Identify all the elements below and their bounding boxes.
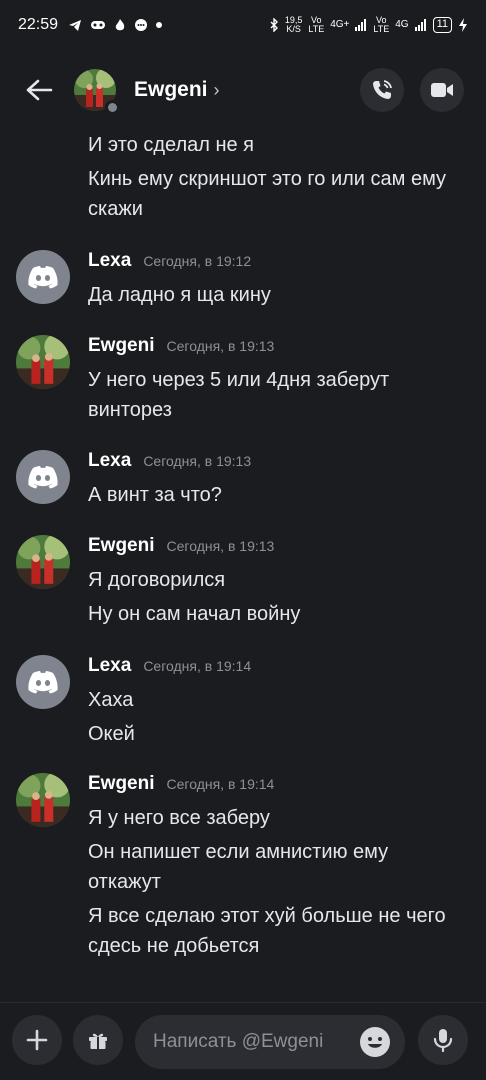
message-text: Я все сделаю этот хуй больше не чего bbox=[88, 905, 446, 927]
discord-logo-icon bbox=[28, 266, 58, 289]
bluetooth-icon bbox=[270, 18, 278, 32]
message-text: И это сделал не я bbox=[88, 134, 255, 156]
message-input[interactable]: Написать @Ewgeni bbox=[135, 1015, 405, 1069]
add-attachment-button[interactable] bbox=[12, 1015, 62, 1065]
telegram-icon bbox=[69, 20, 82, 31]
video-camera-icon bbox=[431, 83, 453, 97]
user-avatar[interactable] bbox=[16, 535, 70, 589]
volte-indicator-2: Vo LTE bbox=[373, 15, 390, 34]
avatar-image bbox=[16, 535, 70, 589]
network-type-1: 4G+ bbox=[330, 19, 350, 30]
signal-icon bbox=[414, 19, 426, 31]
emoji-button[interactable] bbox=[359, 1026, 391, 1058]
message-text: Я договорился bbox=[88, 569, 226, 591]
author-name[interactable]: Lexa bbox=[88, 450, 131, 472]
message-composer: Написать @Ewgeni bbox=[0, 1002, 486, 1080]
voice-message-button[interactable] bbox=[418, 1015, 468, 1065]
message-text: А винт за что? bbox=[88, 484, 222, 506]
message-input-placeholder: Написать @Ewgeni bbox=[153, 1031, 324, 1052]
battery-indicator: 11 bbox=[432, 17, 452, 33]
network-type-2: 4G bbox=[395, 19, 409, 30]
gift-button[interactable] bbox=[73, 1015, 123, 1065]
arrow-left-icon bbox=[26, 79, 53, 101]
author-name[interactable]: Lexa bbox=[88, 655, 131, 677]
message-text: Окей bbox=[88, 723, 135, 745]
contact-avatar[interactable] bbox=[74, 69, 119, 114]
contact-name[interactable]: Ewgeni bbox=[134, 78, 208, 102]
message-text: Да ладно я ща кину bbox=[88, 284, 271, 306]
chat-header: Ewgeni › bbox=[0, 50, 486, 130]
offline-status-icon bbox=[105, 100, 119, 114]
message-text: скажи bbox=[88, 198, 143, 220]
message-text: Ну он сам начал войну bbox=[88, 603, 301, 625]
gift-icon bbox=[89, 1033, 107, 1049]
status-bar: 22:59 19,5 K/S Vo LTE 4G+ Vo LTE 4G 11 bbox=[0, 0, 486, 50]
author-name[interactable]: Ewgeni bbox=[88, 773, 155, 795]
message-text: Я у него все заберу bbox=[88, 807, 270, 829]
message-timestamp: Сегодня, в 19:14 bbox=[143, 658, 252, 674]
message-timestamp: Сегодня, в 19:13 bbox=[166, 538, 275, 554]
flame-icon bbox=[115, 19, 125, 31]
plus-icon bbox=[26, 1029, 48, 1051]
author-name[interactable]: Lexa bbox=[88, 250, 131, 272]
gamepad-icon bbox=[91, 21, 106, 29]
avatar-image bbox=[16, 335, 70, 389]
message-text: сдесь не добьется bbox=[88, 935, 260, 957]
video-call-button[interactable] bbox=[420, 68, 464, 112]
message-text: откажут bbox=[88, 871, 161, 893]
user-avatar[interactable] bbox=[16, 450, 70, 504]
chat-bubble-icon bbox=[135, 19, 148, 31]
message-timestamp: Сегодня, в 19:14 bbox=[166, 776, 275, 792]
author-name[interactable]: Ewgeni bbox=[88, 335, 155, 357]
volte-indicator-1: Vo LTE bbox=[308, 15, 325, 34]
avatar-image bbox=[16, 773, 70, 827]
back-button[interactable] bbox=[22, 73, 56, 107]
message-text: Хаха bbox=[88, 689, 134, 711]
status-time: 22:59 bbox=[18, 16, 59, 33]
network-speed: 19,5 K/S bbox=[284, 15, 303, 34]
message-timestamp: Сегодня, в 19:12 bbox=[143, 253, 252, 269]
user-avatar[interactable] bbox=[16, 773, 70, 827]
author-name[interactable]: Ewgeni bbox=[88, 535, 155, 557]
discord-logo-icon bbox=[28, 671, 58, 694]
message-timestamp: Сегодня, в 19:13 bbox=[143, 453, 252, 469]
user-avatar[interactable] bbox=[16, 250, 70, 304]
charging-bolt-icon bbox=[459, 18, 467, 32]
message-text: У него через 5 или 4дня заберут bbox=[88, 369, 390, 391]
voice-call-button[interactable] bbox=[360, 68, 404, 112]
user-avatar[interactable] bbox=[16, 335, 70, 389]
phone-icon bbox=[373, 80, 392, 99]
message-text: винторез bbox=[88, 399, 172, 421]
microphone-icon bbox=[433, 1029, 453, 1053]
chevron-right-icon[interactable]: › bbox=[214, 80, 220, 101]
user-avatar[interactable] bbox=[16, 655, 70, 709]
message-text: Он напишет если амнистию ему bbox=[88, 841, 389, 863]
message-timestamp: Сегодня, в 19:13 bbox=[166, 338, 275, 354]
smile-icon bbox=[360, 1027, 390, 1057]
dot-icon bbox=[156, 22, 163, 28]
signal-icon bbox=[355, 19, 367, 31]
message-text: Кинь ему скриншот это го или сам ему bbox=[88, 168, 447, 190]
discord-logo-icon bbox=[28, 466, 58, 489]
